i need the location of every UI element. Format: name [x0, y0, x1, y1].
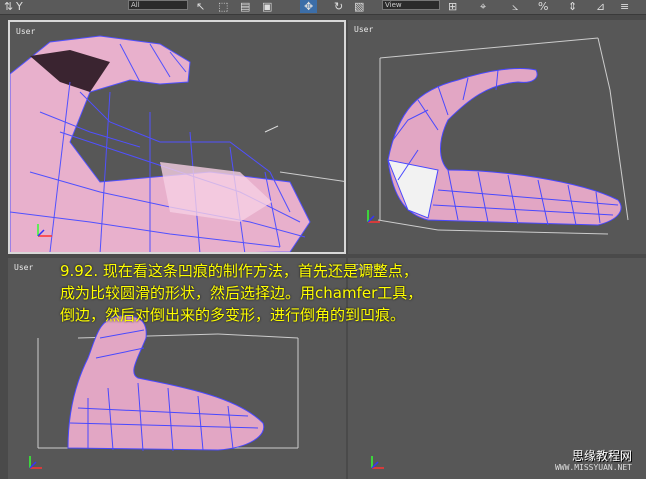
spinner-snap-icon[interactable]: ⇕: [568, 0, 577, 13]
caption-line: 倒边，然后对倒出来的多变形，进行倒角的到凹痕。: [60, 306, 406, 324]
angle-snap-icon[interactable]: ⦣: [512, 0, 518, 13]
undo-icon[interactable]: ⇅: [4, 0, 13, 13]
iron-closeup-mesh: [10, 35, 344, 252]
tutorial-caption: 9.92. 现在看这条凹痕的制作方法，首先还是调整点， 成为比较圆滑的形状，然后…: [60, 260, 540, 326]
watermark-title: 思缘教程网: [571, 449, 632, 463]
redo-icon[interactable]: Y: [16, 0, 23, 13]
site-watermark: 思缘教程网 WWW.MISSYUAN.NET: [555, 449, 632, 473]
viewport-label[interactable]: User: [354, 25, 373, 34]
rotate-icon[interactable]: ↻: [334, 0, 343, 13]
selection-filter-dropdown[interactable]: All: [128, 0, 188, 10]
move-icon[interactable]: ✥: [300, 0, 318, 13]
percent-snap-icon[interactable]: %: [538, 0, 548, 13]
select-by-name-icon[interactable]: ▤: [240, 0, 250, 13]
align-icon[interactable]: ≡: [620, 0, 629, 13]
pivot-icon[interactable]: ⊞: [448, 0, 457, 13]
scale-icon[interactable]: ▧: [354, 0, 364, 13]
reference-coordinate-dropdown[interactable]: View: [382, 0, 440, 10]
watermark-url: WWW.MISSYUAN.NET: [554, 463, 632, 472]
select-region-icon[interactable]: ⬚: [218, 0, 228, 13]
caption-line: 成为比较圆滑的形状，然后选择边。用chamfer工具，: [60, 284, 423, 302]
mirror-icon[interactable]: ⊿: [596, 0, 605, 13]
window-crossing-icon[interactable]: ▣: [262, 0, 272, 13]
iron-perspective-mesh: [367, 37, 629, 235]
snap-icon[interactable]: ⌖: [480, 0, 486, 13]
viewport-top-right[interactable]: User: [348, 20, 646, 254]
viewport-label[interactable]: User: [16, 27, 35, 36]
viewport-top-left[interactable]: User: [8, 20, 346, 254]
select-icon[interactable]: ↖: [196, 0, 205, 13]
main-toolbar: ⇅ Y All ↖ ⬚ ▤ ▣ ✥ ↻ ▧ View ⊞ ⌖ ⦣ % ⇕ ⊿ ≡: [0, 0, 646, 15]
viewport-label[interactable]: User: [14, 263, 33, 272]
caption-line: 9.92. 现在看这条凹痕的制作方法，首先还是调整点，: [60, 262, 418, 280]
